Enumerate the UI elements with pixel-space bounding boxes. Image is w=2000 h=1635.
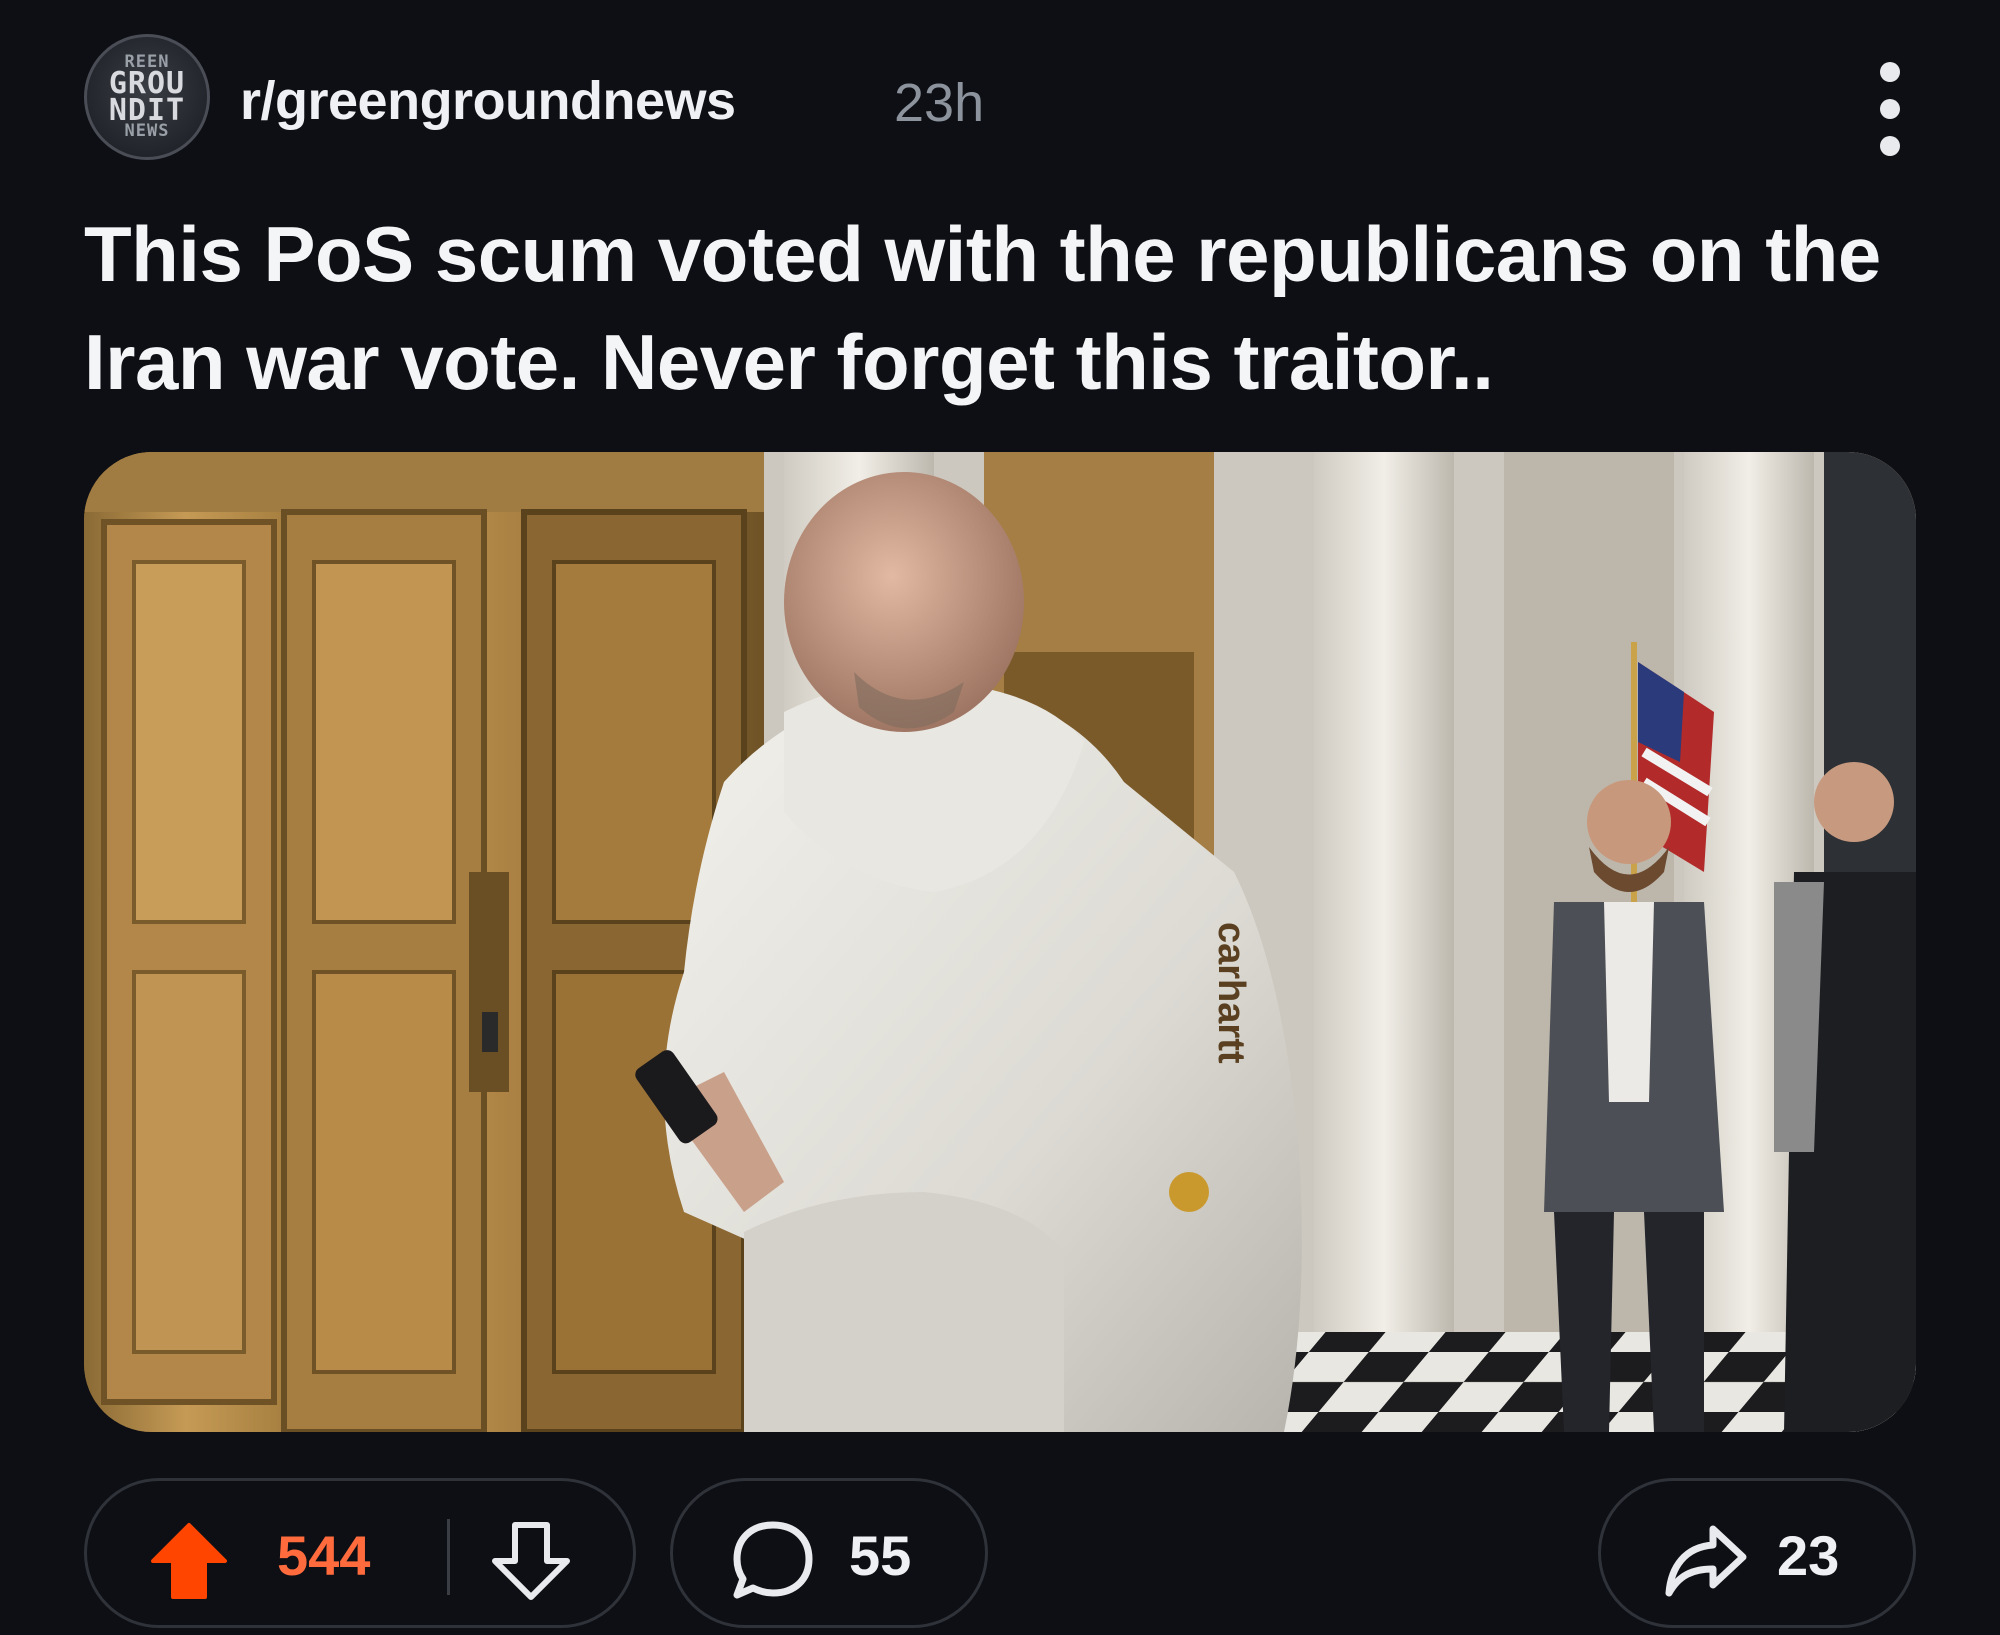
arrow-down-outline-icon[interactable] [491, 1521, 571, 1601]
more-vertical-icon [1880, 136, 1900, 156]
arrow-up-filled-icon[interactable] [149, 1521, 229, 1601]
share-button[interactable]: 23 [1598, 1478, 1916, 1628]
vote-control: 544 [84, 1478, 636, 1628]
more-vertical-icon [1880, 99, 1900, 119]
subreddit-logo: REEN GROU NDIT NEWS [108, 53, 186, 141]
speech-bubble-icon [733, 1521, 813, 1599]
post-image[interactable]: carhartt [84, 452, 1916, 1432]
vote-divider [447, 1519, 450, 1595]
hoodie-brand-text: carhartt [1210, 922, 1252, 1064]
share-count: 23 [1777, 1524, 1840, 1587]
logo-line: NEWS [124, 121, 170, 141]
post-photo: carhartt [84, 452, 1916, 1432]
post-header: REEN GROU NDIT NEWS r/greengroundnews 23… [84, 34, 1940, 174]
post-actions: 544 55 23 [84, 1478, 1916, 1628]
subreddit-name[interactable]: r/greengroundnews [240, 70, 736, 132]
logo-line: NDIT [108, 93, 186, 128]
more-vertical-icon [1880, 62, 1900, 82]
share-arrow-icon [1665, 1525, 1747, 1597]
comments-button[interactable]: 55 [670, 1478, 988, 1628]
vote-score: 544 [277, 1524, 371, 1587]
more-options-button[interactable] [1860, 54, 1920, 164]
post-title[interactable]: This PoS scum voted with the republicans… [84, 200, 1944, 416]
comment-count: 55 [849, 1524, 912, 1587]
subreddit-avatar[interactable]: REEN GROU NDIT NEWS [84, 34, 210, 160]
post-age: 23h [894, 73, 985, 133]
